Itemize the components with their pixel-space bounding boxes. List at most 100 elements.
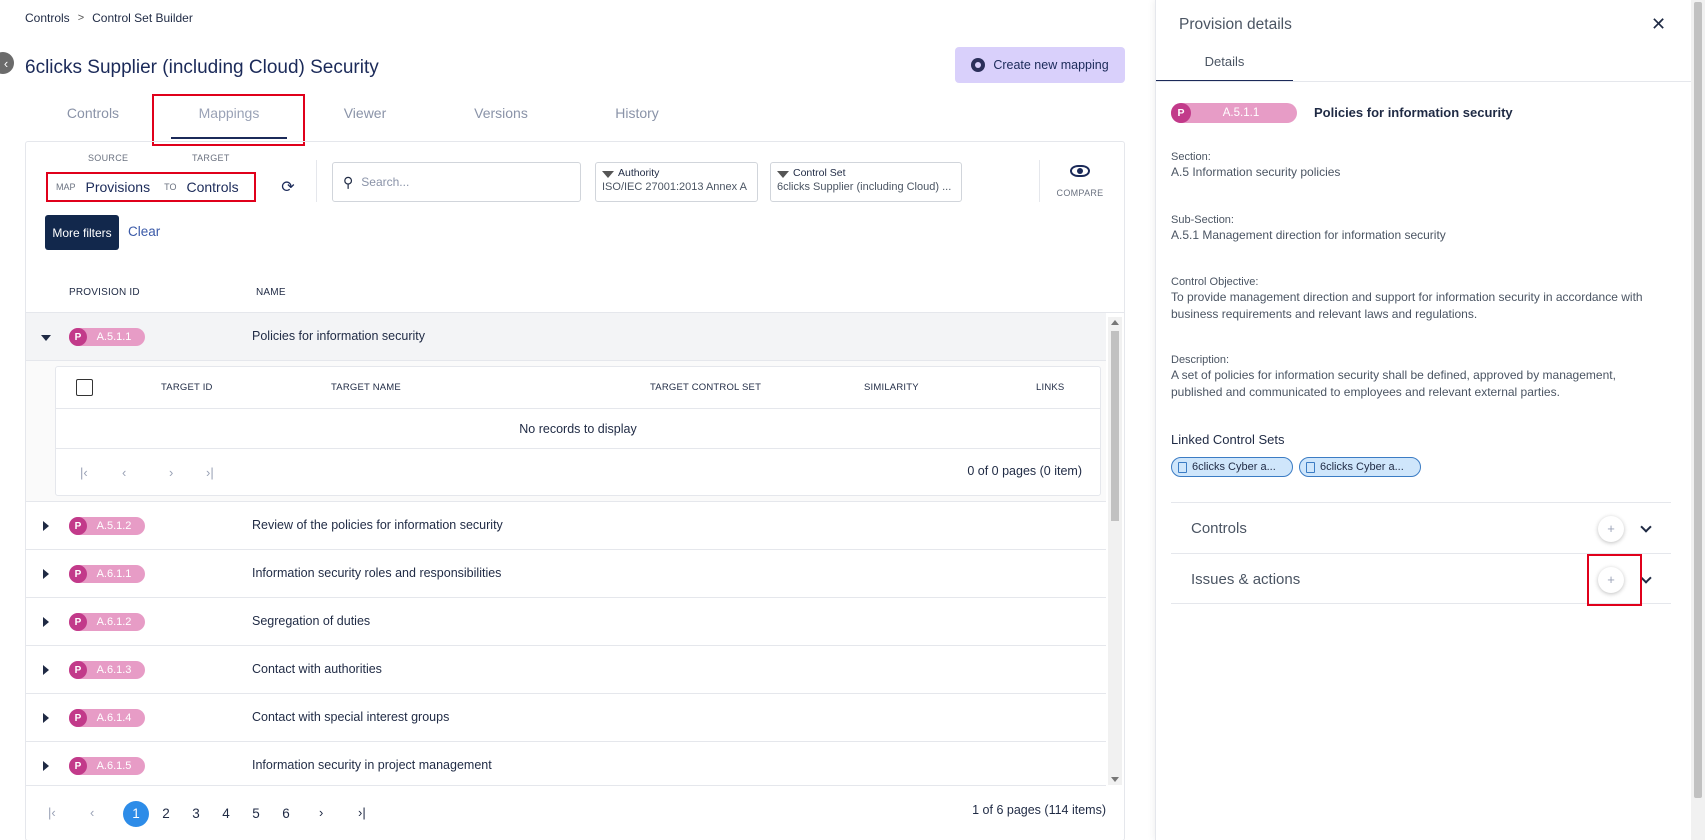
back-arrow-icon[interactable]: ‹ — [0, 52, 14, 74]
linked-control-set-chip[interactable]: 6clicks Cyber a... — [1299, 457, 1421, 477]
tab-controls[interactable]: Controls — [25, 95, 161, 139]
page-4-button[interactable]: 4 — [213, 801, 239, 827]
header-similarity[interactable]: SIMILARITY — [864, 382, 919, 393]
table-row[interactable]: P A.6.1.5 Information security in projec… — [26, 742, 1106, 786]
badge-letter: P — [69, 328, 87, 346]
badge-letter: P — [69, 709, 87, 727]
provision-name: Information security roles and responsib… — [252, 566, 502, 580]
next-page-icon[interactable]: › — [169, 465, 173, 480]
header-links[interactable]: LINKS — [1036, 382, 1064, 393]
map-selector[interactable]: MAP Provisions TO Controls — [46, 172, 256, 202]
scroll-up-icon[interactable] — [1111, 320, 1119, 325]
table-row[interactable]: P A.6.1.3 Contact with authorities — [26, 646, 1106, 694]
objective-field: Control Objective: To provide management… — [1171, 275, 1661, 323]
provision-badge: P A.6.1.5 — [69, 757, 145, 775]
brain-icon — [971, 58, 986, 72]
last-page-icon[interactable]: ›| — [206, 465, 214, 480]
details-provision-name: Policies for information security — [1314, 105, 1513, 120]
breadcrumb-separator: > — [77, 12, 85, 24]
page-scrollbar[interactable] — [1691, 0, 1705, 840]
no-records-message: No records to display — [56, 409, 1100, 449]
controls-accordion[interactable]: Controls + — [1171, 502, 1671, 553]
expand-caret-icon[interactable] — [43, 761, 49, 771]
search-input[interactable] — [361, 175, 562, 189]
source-value[interactable]: Provisions — [86, 179, 151, 195]
linked-control-set-chip[interactable]: 6clicks Cyber a... — [1171, 457, 1293, 477]
select-all-checkbox[interactable] — [76, 379, 93, 396]
clear-filters-link[interactable]: Clear — [128, 224, 160, 239]
header-name[interactable]: NAME — [256, 287, 286, 298]
provision-id: A.5.1.2 — [96, 520, 132, 532]
tab-details[interactable]: Details — [1156, 50, 1293, 82]
provision-id: A.6.1.2 — [96, 616, 132, 628]
source-label: SOURCE — [88, 153, 129, 163]
expand-caret-icon[interactable] — [43, 521, 49, 531]
description-field: Description: A set of policies for infor… — [1171, 353, 1661, 401]
prev-page-icon[interactable]: ‹ — [90, 805, 94, 820]
table-scrollbar[interactable] — [1108, 317, 1122, 785]
provision-badge: P A.6.1.1 — [69, 565, 145, 583]
expand-caret-icon[interactable] — [43, 713, 49, 723]
control-set-filter[interactable]: Control Set 6clicks Supplier (including … — [770, 162, 962, 202]
next-page-icon[interactable]: › — [319, 805, 323, 820]
provision-badge: P A.6.1.4 — [69, 709, 145, 727]
breadcrumb-controls[interactable]: Controls — [25, 11, 70, 25]
table-row[interactable]: P A.6.1.2 Segregation of duties — [26, 598, 1106, 646]
collapse-caret-icon[interactable] — [41, 335, 51, 341]
page-6-button[interactable]: 6 — [273, 801, 299, 827]
provision-badge: P A.5.1.1 — [69, 328, 145, 346]
last-page-icon[interactable]: ›| — [358, 805, 366, 820]
target-value[interactable]: Controls — [186, 179, 238, 195]
page-2-button[interactable]: 2 — [153, 801, 179, 827]
expand-caret-icon[interactable] — [43, 569, 49, 579]
details-provision-id: A.5.1.1 — [1222, 107, 1260, 119]
prev-page-icon[interactable]: ‹ — [122, 465, 126, 480]
expand-caret-icon[interactable] — [43, 665, 49, 675]
authority-filter[interactable]: Authority ISO/IEC 27001:2013 Annex A — [595, 162, 758, 202]
close-icon[interactable]: ✕ — [1651, 14, 1666, 35]
details-provision-badge: P A.5.1.1 — [1171, 103, 1297, 123]
table-row[interactable]: P A.6.1.4 Contact with special interest … — [26, 694, 1106, 742]
tab-versions[interactable]: Versions — [433, 95, 569, 139]
search-box[interactable]: ⚲ — [332, 162, 581, 202]
pagination-info: 1 of 6 pages (114 items) — [972, 803, 1106, 817]
create-new-mapping-label: Create new mapping — [993, 58, 1109, 72]
page-5-button[interactable]: 5 — [243, 801, 269, 827]
tab-viewer[interactable]: Viewer — [297, 95, 433, 139]
table-row[interactable]: P A.5.1.2 Review of the policies for inf… — [26, 502, 1106, 550]
provision-name: Contact with authorities — [252, 662, 382, 676]
breadcrumb-control-set-builder[interactable]: Control Set Builder — [92, 11, 193, 25]
header-target-control-set[interactable]: TARGET CONTROL SET — [650, 382, 761, 393]
compare-button[interactable]: COMPARE — [1050, 163, 1110, 198]
chevron-down-icon[interactable] — [1640, 572, 1652, 584]
expand-caret-icon[interactable] — [43, 617, 49, 627]
badge-letter: P — [1171, 103, 1191, 123]
first-page-icon[interactable]: |‹ — [48, 805, 56, 820]
highlight-box-mappings — [152, 94, 305, 146]
document-icon — [1306, 461, 1315, 473]
header-target-id[interactable]: TARGET ID — [161, 382, 213, 393]
header-provision-id[interactable]: PROVISION ID — [69, 287, 140, 298]
scroll-thumb[interactable] — [1111, 331, 1119, 521]
header-target-name[interactable]: TARGET NAME — [331, 382, 401, 393]
swap-refresh-icon[interactable]: ⟳ — [278, 177, 298, 197]
badge-letter: P — [69, 661, 87, 679]
provision-badge: P A.6.1.2 — [69, 613, 145, 631]
chevron-down-icon[interactable] — [1640, 521, 1652, 533]
scroll-down-icon[interactable] — [1111, 777, 1119, 782]
table-row[interactable]: P A.5.1.1 Policies for information secur… — [26, 313, 1106, 361]
table-row[interactable]: P A.6.1.1 Information security roles and… — [26, 550, 1106, 598]
create-new-mapping-button[interactable]: Create new mapping — [955, 47, 1125, 83]
more-filters-button[interactable]: More filters — [45, 215, 119, 250]
page-3-button[interactable]: 3 — [183, 801, 209, 827]
page-1-button[interactable]: 1 — [123, 801, 149, 827]
provision-badge: P A.6.1.3 — [69, 661, 145, 679]
linked-control-sets-title: Linked Control Sets — [1171, 432, 1285, 447]
add-control-button[interactable]: + — [1598, 516, 1624, 542]
details-title: Provision details — [1179, 16, 1292, 33]
page-scroll-thumb[interactable] — [1694, 2, 1702, 798]
first-page-icon[interactable]: |‹ — [80, 465, 88, 480]
subsection-field: Sub-Section: A.5.1 Management direction … — [1171, 213, 1661, 244]
table-header: PROVISION ID NAME — [26, 271, 1124, 313]
tab-history[interactable]: History — [569, 95, 705, 139]
